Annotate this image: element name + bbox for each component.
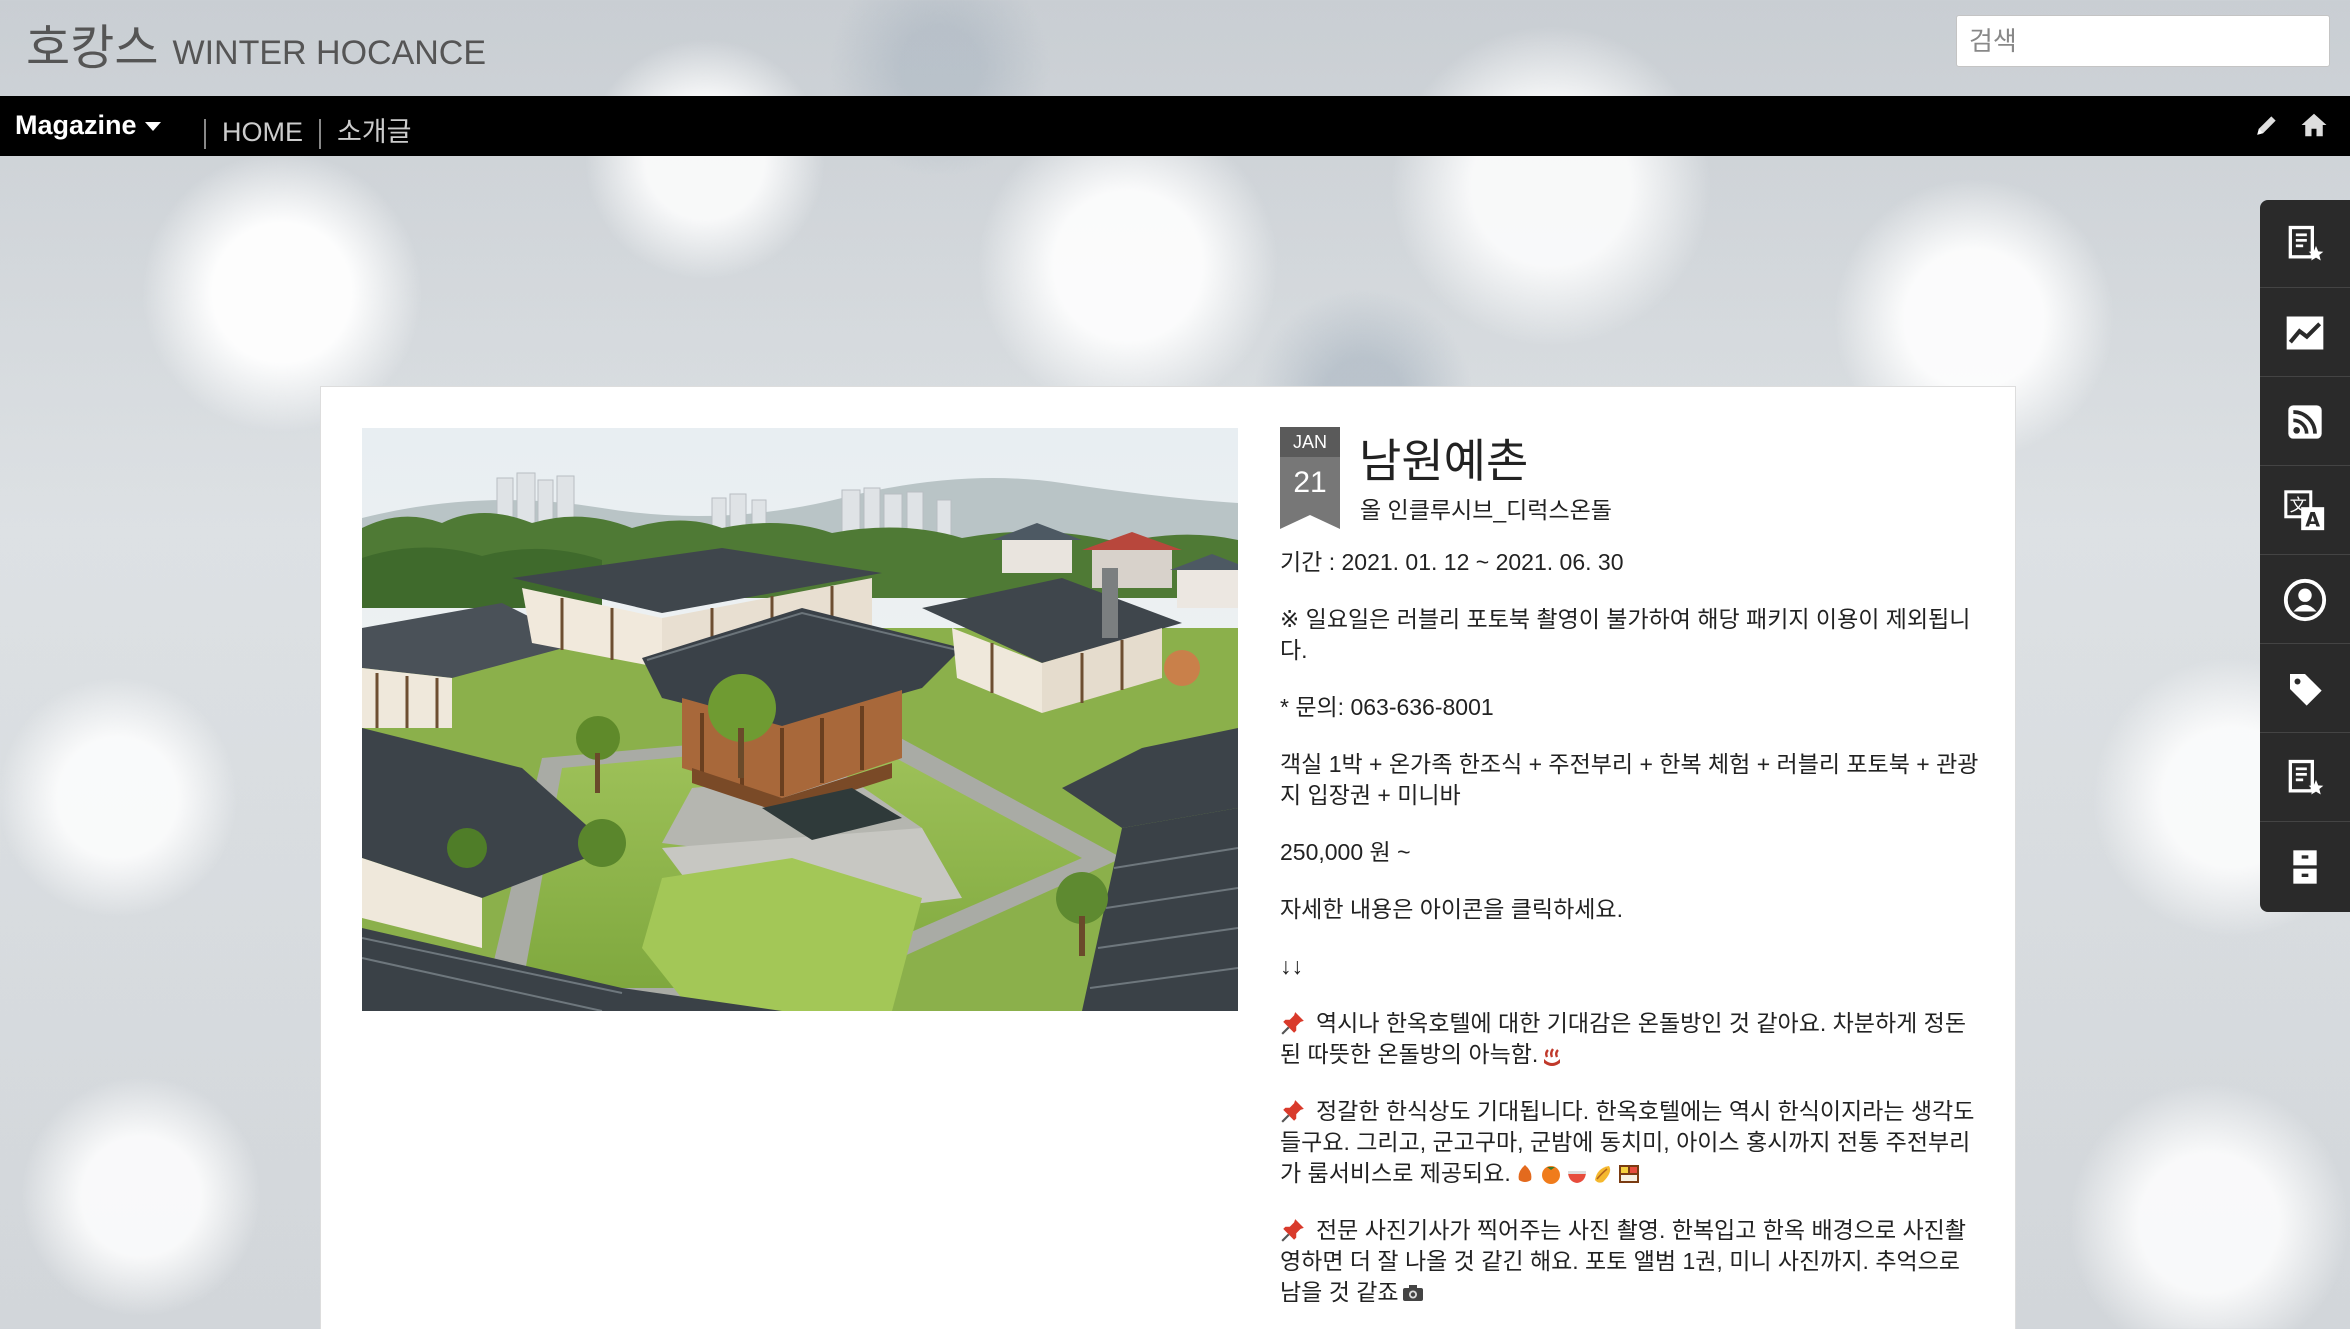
post-arrows: ↓↓ [1280,953,1303,979]
magazine-menu-button[interactable]: Magazine [15,110,161,141]
translate-icon: 文 A [2284,489,2325,531]
nav-home-link[interactable]: HOME [222,117,303,147]
post-period: 기간 : 2021. 01. 12 ~ 2021. 06. 30 [1280,549,1624,575]
post-click-info: 자세한 내용은 아이콘을 클릭하세요. [1280,896,1623,922]
post-card: JAN 21 남원예촌 올 인클루시브_디럭스온돌 기간 : 2021. 01.… [320,386,2016,1329]
document-star-icon [2288,225,2324,260]
pushpin-icon [1281,1012,1304,1035]
rss-icon [2288,404,2322,439]
caret-down-icon [144,122,161,132]
bowl-icon [1567,1171,1586,1183]
nav-divider [319,118,321,149]
document-star-icon [2288,759,2324,794]
post-date-badge: JAN 21 [1280,427,1340,531]
post-contact: * 문의: 063-636-8001 [1280,694,1494,720]
dock-profile-button[interactable] [2260,556,2350,644]
tag-icon [2290,673,2322,706]
post-highlight-room-text: 역시나 한옥호텔에 대한 기대감은 온돌방인 것 같아요. 차분하게 정돈된 따… [1280,1010,1966,1067]
bento-box-icon [1618,1165,1639,1183]
post-body: 기간 : 2021. 01. 12 ~ 2021. 06. 30 ※ 일요일은 … [1280,547,1980,1329]
site-title[interactable]: 호캉스 WINTER HOCANCE [26,8,486,78]
dock-recent-posts-button[interactable] [2260,200,2350,288]
pushpin-icon [1281,1100,1304,1123]
post-price: 250,000 원 ~ [1280,839,1411,865]
post-highlight-room: 역시나 한옥호텔에 대한 기대감은 온돌방인 것 같아요. 차분하게 정돈된 따… [1280,1008,1980,1070]
sidebar-dock: 文 A [2260,200,2350,912]
dock-stats-button[interactable] [2260,289,2350,377]
pushpin-icon [1281,1219,1304,1242]
post-thumbnail-image[interactable] [362,428,1238,1011]
dock-tags-button[interactable] [2260,645,2350,733]
dock-archive-button[interactable] [2260,823,2350,911]
post-notice: ※ 일요일은 러블리 포토북 촬영이 불가하여 해당 패키지 이용이 제외됩니다… [1280,606,1971,663]
post-package: 객실 1박 + 온가족 한조식 + 주전부리 + 한복 체험 + 러블리 포토북… [1280,751,1979,808]
header: 호캉스 WINTER HOCANCE [0,0,2350,96]
chart-line-icon [2286,316,2324,349]
dock-rss-button[interactable] [2260,378,2350,466]
user-circle-icon [2283,578,2327,621]
nav-about-link[interactable]: 소개글 [337,117,412,147]
persimmon-icon [1541,1166,1560,1184]
chestnut-icon [1518,1165,1532,1182]
dock-recent-comments-button[interactable] [2260,734,2350,822]
post-date-day: 21 [1280,457,1340,515]
sweet-potato-icon [1594,1166,1610,1183]
post-date-month: JAN [1280,427,1340,457]
post-subtitle: 올 인클루시브_디럭스온돌 [1360,497,1612,523]
pencil-icon[interactable] [2254,112,2280,138]
home-icon[interactable] [2299,110,2329,140]
post-title[interactable]: 남원예촌 [1359,425,1528,491]
site-title-english[interactable]: WINTER HOCANCE [172,34,486,72]
badge-ribbon-tail [1280,515,1340,529]
navbar: Magazine HOME 소개글 [0,96,2350,156]
magazine-menu-label: Magazine [15,110,137,140]
archive-icon [2293,850,2317,884]
post-highlight-photo-text: 전문 사진기사가 찍어주는 사진 촬영. 한복입고 한옥 배경으로 사진촬영하면… [1280,1217,1966,1305]
site-title-korean[interactable]: 호캉스 [26,22,158,75]
nav-links: HOME 소개글 [204,110,412,149]
nav-divider [204,118,206,149]
dock-translate-button[interactable]: 文 A [2260,467,2350,555]
post-highlight-food: 정갈한 한식상도 기대됩니다. 한옥호텔에는 역시 한식이지라는 생각도 들구요… [1280,1096,1980,1189]
svg-text:A: A [2305,508,2320,531]
search-input[interactable] [1956,15,2330,67]
post-highlight-photo: 전문 사진기사가 찍어주는 사진 촬영. 한복입고 한옥 배경으로 사진촬영하면… [1280,1215,1980,1308]
camera-icon [1402,1285,1423,1301]
hot-springs-icon [1544,1048,1561,1066]
